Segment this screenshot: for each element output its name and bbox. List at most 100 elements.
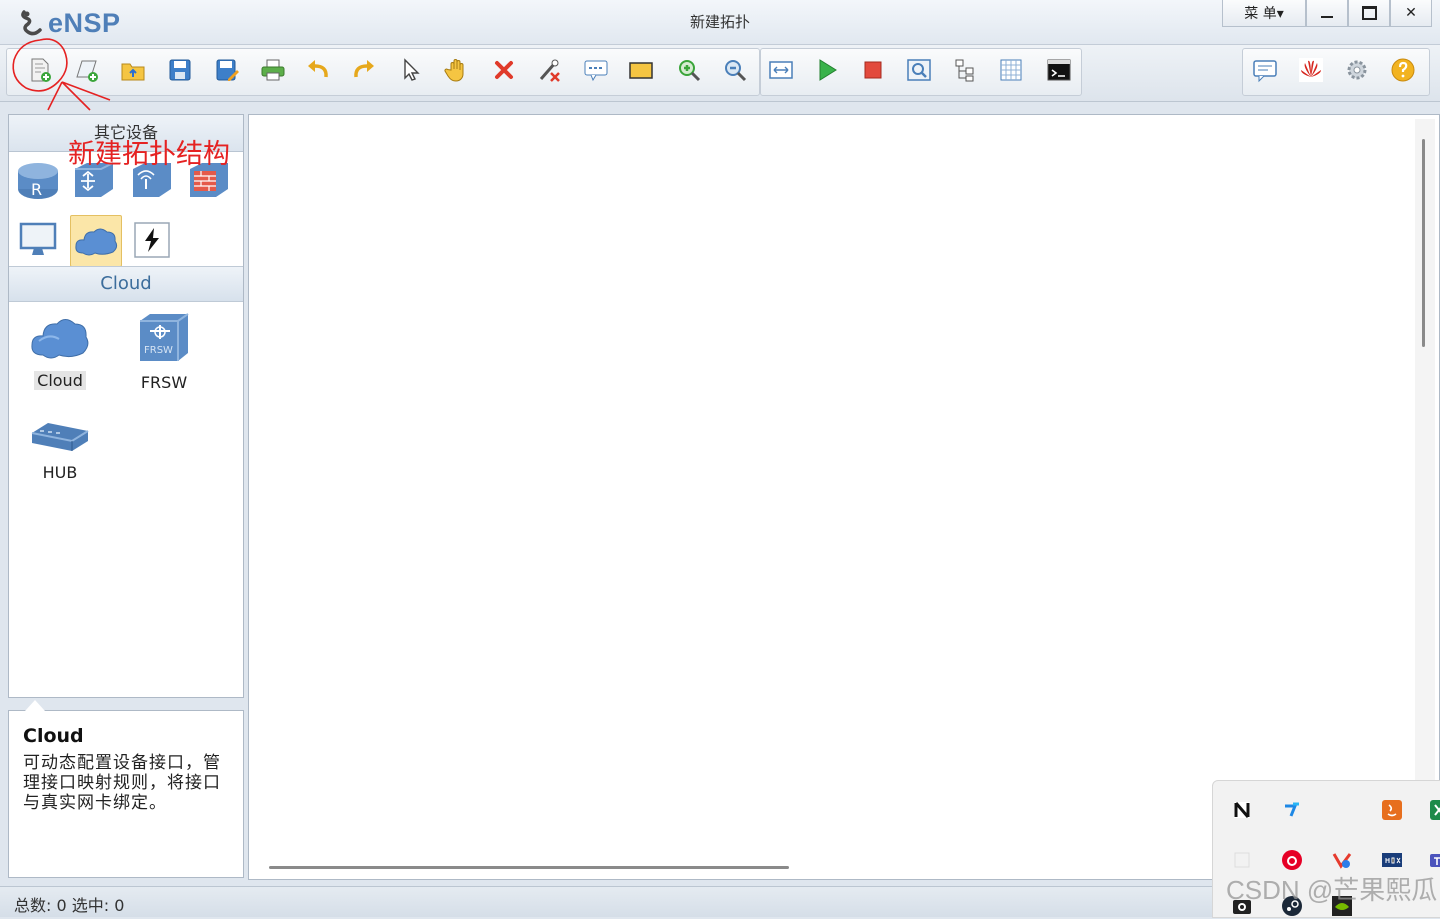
print-button[interactable] [259, 56, 287, 84]
help-icon [1391, 58, 1415, 82]
description-panel: Cloud 可动态配置设备接口，管理接口映射规则，将接口与真实网卡绑定。 [8, 700, 244, 878]
help-button[interactable] [1389, 56, 1417, 84]
frsw-icon-label: FRSW [144, 345, 173, 356]
delete-button[interactable] [490, 56, 518, 84]
chat-icon [1253, 60, 1277, 83]
tray-java[interactable] [1379, 797, 1405, 823]
chat-button[interactable] [1251, 56, 1279, 84]
window-controls: 菜 单▾ ✕ [1222, 0, 1432, 27]
tray-excel[interactable] [1427, 797, 1440, 823]
svg-text:R: R [31, 180, 42, 199]
notion-icon [1234, 802, 1250, 818]
device-label: Cloud [34, 371, 86, 390]
device-item-frsw[interactable]: FRSW FRSW [119, 311, 209, 392]
play-icon [819, 59, 837, 81]
tray-app-blue[interactable] [1279, 797, 1305, 823]
device-label: HUB [42, 463, 78, 482]
new-topology-button[interactable] [26, 56, 54, 84]
vscode-icon [1332, 853, 1352, 869]
hand-icon [444, 59, 464, 82]
delete-link-button[interactable] [536, 56, 564, 84]
gear-icon [1347, 60, 1367, 80]
tray-notion[interactable] [1229, 797, 1255, 823]
netease-icon [1282, 850, 1302, 870]
router-category[interactable]: R [13, 155, 63, 205]
device-panel: 其它设备 R Cloud Cloud FRSW FRSW HUB [8, 114, 244, 698]
capture-button[interactable] [905, 56, 933, 84]
undo-button[interactable] [304, 56, 332, 84]
description-body: 可动态配置设备接口，管理接口映射规则，将接口与真实网卡绑定。 [23, 753, 221, 813]
save-as-button[interactable] [213, 56, 241, 84]
undo-icon [308, 60, 328, 78]
zoom-in-icon [679, 60, 701, 82]
huawei-logo-icon [1299, 58, 1323, 82]
selected-category-label: Cloud [9, 266, 243, 302]
minimize-button[interactable] [1306, 0, 1348, 27]
terminal-icon [1047, 59, 1071, 81]
fit-button[interactable] [767, 56, 795, 84]
pc-icon [19, 222, 57, 255]
hub-icon [31, 423, 89, 451]
cli-button[interactable] [1045, 56, 1073, 84]
blank-icon [1234, 852, 1250, 868]
rectangle-icon [629, 62, 653, 79]
zoom-out-button[interactable] [721, 56, 749, 84]
cursor-icon [404, 58, 420, 81]
toolbar [0, 45, 1440, 102]
frsw-icon: FRSW [140, 313, 189, 361]
text-bubble-icon [584, 60, 608, 82]
open-folder-icon [121, 63, 145, 81]
horizontal-scrollbar-thumb[interactable] [269, 866, 789, 869]
cloud-icon [31, 319, 89, 359]
minimize-icon [1321, 16, 1333, 18]
stop-button[interactable] [859, 56, 887, 84]
teams-icon [1430, 854, 1440, 867]
open-button[interactable] [119, 56, 147, 84]
maximize-button[interactable] [1348, 0, 1390, 27]
grid-icon [1000, 59, 1022, 81]
cloud-icon [75, 228, 118, 256]
zoom-out-icon [725, 60, 747, 82]
new-lab-button[interactable] [73, 56, 101, 84]
menu-button[interactable]: 菜 单▾ [1222, 0, 1306, 27]
zoom-in-button[interactable] [675, 56, 703, 84]
close-button[interactable]: ✕ [1390, 0, 1432, 27]
save-button[interactable] [166, 56, 194, 84]
text-button[interactable] [582, 56, 610, 84]
excel-icon [1430, 800, 1440, 820]
other-device-icon [134, 222, 170, 258]
fit-window-icon [769, 61, 793, 79]
stop-icon [864, 61, 882, 79]
redo-icon [354, 60, 374, 78]
print-icon [261, 59, 285, 81]
save-icon [169, 59, 191, 81]
delete-link-icon [539, 59, 560, 82]
cloud-category[interactable] [70, 215, 122, 267]
device-label: FRSW [140, 373, 188, 392]
watermark-text: CSDN @芒果熙瓜 [1226, 875, 1438, 905]
topology-canvas[interactable] [248, 114, 1440, 880]
save-as-icon [216, 59, 239, 81]
topology-button[interactable] [951, 56, 979, 84]
new-topology-icon [31, 58, 51, 82]
device-item-cloud[interactable]: Cloud [15, 311, 105, 390]
vertical-scrollbar[interactable] [1415, 119, 1435, 859]
device-item-hub[interactable]: HUB [15, 415, 105, 482]
start-button[interactable] [813, 56, 841, 84]
rectangle-button[interactable] [627, 56, 655, 84]
annotation-label: 新建拓扑结构 [68, 139, 230, 170]
router-icon: R [18, 163, 58, 199]
select-button[interactable] [397, 56, 425, 84]
pc-category[interactable] [13, 215, 63, 265]
vertical-scrollbar-thumb[interactable] [1422, 139, 1425, 347]
grid-button[interactable] [997, 56, 1025, 84]
maximize-icon [1361, 6, 1377, 20]
description-title: Cloud [23, 725, 84, 747]
huawei-button[interactable] [1297, 56, 1325, 84]
redo-button[interactable] [350, 56, 378, 84]
java-icon [1382, 800, 1402, 820]
pan-button[interactable] [443, 56, 471, 84]
settings-button[interactable] [1343, 56, 1371, 84]
status-text: 总数: 0 选中: 0 [14, 896, 125, 915]
other-device-category[interactable] [127, 215, 177, 265]
